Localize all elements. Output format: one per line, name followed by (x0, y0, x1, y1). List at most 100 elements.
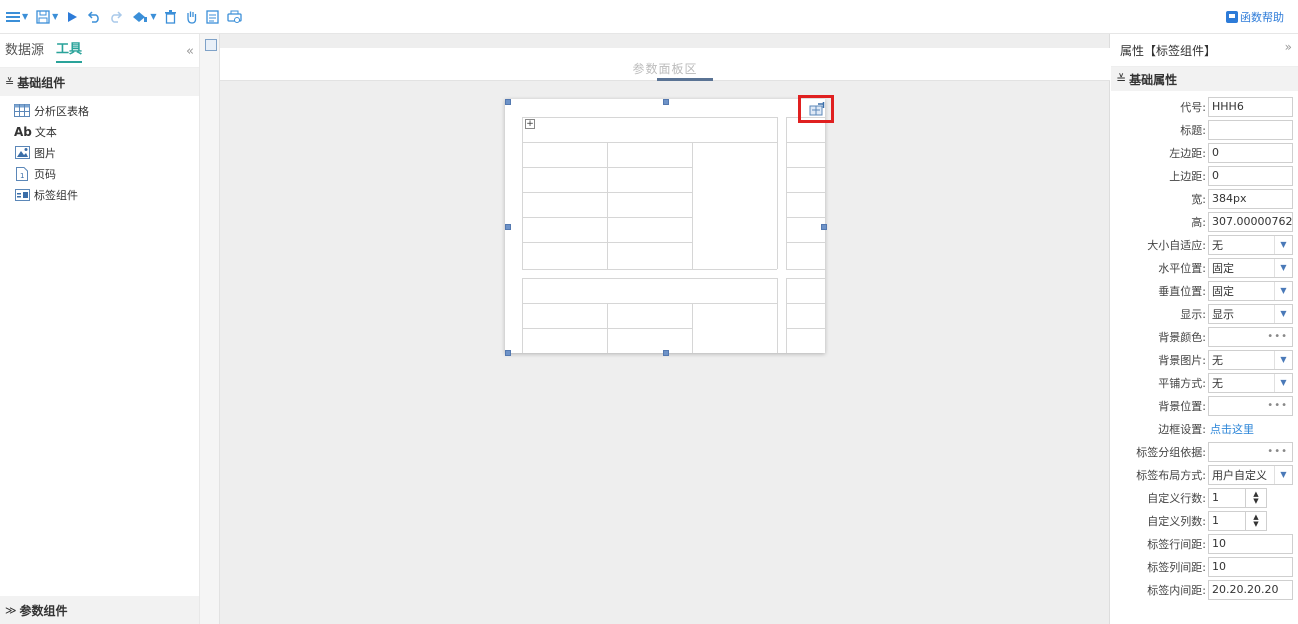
property-row: 显示: 显示 ▼ (1111, 302, 1298, 325)
grid-line (522, 117, 777, 118)
widget-settings-icon[interactable] (809, 102, 825, 116)
property-value: HHH6 (1212, 100, 1244, 113)
delete-icon[interactable] (164, 7, 177, 27)
property-select[interactable]: 用户自定义 ▼ (1208, 464, 1293, 485)
property-value: 10 (1212, 537, 1226, 550)
component-label-widget[interactable]: 标签组件 (0, 184, 199, 205)
function-help-label: 函数帮助 (1240, 11, 1284, 24)
property-input[interactable]: 0 (1208, 142, 1293, 163)
chevron-down-icon[interactable]: ▼ (1274, 373, 1292, 392)
component-label: 页码 (34, 167, 56, 181)
chevron-down-icon[interactable]: ▼ (1274, 235, 1292, 254)
resize-handle-w[interactable] (505, 224, 511, 230)
property-input[interactable] (1208, 119, 1293, 140)
chevron-down-icon[interactable]: ▼ (1274, 304, 1292, 323)
collapse-left-icon[interactable]: « (186, 44, 194, 59)
collapse-right-icon[interactable]: » (1285, 40, 1292, 54)
redo-icon[interactable] (109, 7, 124, 27)
border-settings-link[interactable]: 点击这里 (1208, 421, 1254, 437)
resize-handle-e[interactable] (821, 224, 827, 230)
chevron-down-icon[interactable]: ▼ (1274, 258, 1292, 277)
property-input[interactable]: 0 (1208, 165, 1293, 186)
property-label: 标签行间距: (1147, 537, 1206, 551)
chevron-down-icon[interactable]: ▼ (1274, 465, 1292, 484)
tab-datasource[interactable]: 数据源 (5, 39, 44, 62)
chevron-down-icon[interactable]: ▼ (1274, 350, 1292, 369)
property-input[interactable]: 10 (1208, 556, 1293, 577)
label-component-widget[interactable]: + (505, 99, 825, 353)
property-row: 标签内间距: 20.20.20.20 (1111, 578, 1298, 601)
property-value: 10 (1212, 560, 1226, 573)
property-stepper[interactable]: 1 (1208, 487, 1246, 508)
grid-line (522, 117, 523, 269)
property-picker[interactable]: ••• (1208, 395, 1293, 416)
resize-handle-s[interactable] (663, 350, 669, 356)
property-row: 水平位置: 固定 ▼ (1111, 256, 1298, 279)
property-row: 左边距: 0 (1111, 141, 1298, 164)
format-brush-icon[interactable]: ▼ (132, 7, 156, 27)
property-select[interactable]: 无 ▼ (1208, 372, 1293, 393)
form-icon[interactable] (206, 7, 220, 27)
chevron-right-icon: ≫ (5, 603, 17, 617)
resize-handle-sw[interactable] (505, 350, 511, 356)
save-icon[interactable]: ▼ (36, 7, 58, 27)
property-row: 标题: (1111, 118, 1298, 141)
property-label: 高: (1191, 215, 1206, 229)
property-input[interactable]: 20.20.20.20 (1208, 579, 1293, 600)
property-label: 显示: (1180, 307, 1206, 321)
move-handle-icon[interactable]: + (525, 119, 535, 129)
properties-list: 代号: HHH6 标题: 左边距: 0 上边距: 0 宽: 384px 高: 307.0000076… (1111, 91, 1298, 601)
stepper-arrows-icon[interactable]: ▲ ▼ (1245, 487, 1267, 508)
resize-handle-n[interactable] (663, 99, 669, 105)
menu-icon[interactable]: ▼ (6, 7, 28, 27)
widget-settings-highlight[interactable] (798, 95, 834, 123)
property-select[interactable]: 显示 ▼ (1208, 303, 1293, 324)
property-row: 标签分组依据: ••• (1111, 440, 1298, 463)
more-icon[interactable]: ••• (1267, 400, 1288, 411)
property-select[interactable]: 固定 ▼ (1208, 280, 1293, 301)
basic-properties-header[interactable]: ≚ 基础属性 (1111, 67, 1298, 91)
basic-components-header[interactable]: ≚ 基础组件 (0, 68, 199, 96)
svg-text:1: 1 (20, 172, 24, 180)
run-icon[interactable] (66, 7, 78, 27)
more-icon[interactable]: ••• (1267, 331, 1288, 342)
component-image[interactable]: 图片 (0, 142, 199, 163)
component-label: 标签组件 (34, 188, 78, 202)
property-select[interactable]: 固定 ▼ (1208, 257, 1293, 278)
more-icon[interactable]: ••• (1267, 446, 1288, 457)
property-label: 大小自适应: (1147, 238, 1206, 252)
resize-handle-nw[interactable] (505, 99, 511, 105)
property-stepper[interactable]: 1 (1208, 510, 1246, 531)
property-input[interactable]: 307.0000076293 (1208, 211, 1293, 232)
print-preview-icon[interactable] (227, 7, 243, 27)
param-panel-toggle[interactable] (657, 78, 713, 81)
design-canvas[interactable]: 参数面板区 + (200, 34, 1110, 624)
layout-toggle-icon[interactable] (205, 39, 217, 51)
properties-title: 属性【标签组件】 (1111, 34, 1298, 67)
stepper-arrows-icon[interactable]: ▲ ▼ (1245, 510, 1267, 531)
property-input[interactable]: 10 (1208, 533, 1293, 554)
property-select[interactable]: 无 ▼ (1208, 234, 1293, 255)
property-row: 标签列间距: 10 (1111, 555, 1298, 578)
property-row: 背景位置: ••• (1111, 394, 1298, 417)
chevron-down-icon[interactable]: ▼ (1274, 281, 1292, 300)
tab-tools[interactable]: 工具 (56, 38, 83, 63)
param-panel-area[interactable]: 参数面板区 (220, 48, 1110, 81)
property-picker[interactable]: ••• (1208, 441, 1293, 462)
property-select[interactable]: 无 ▼ (1208, 349, 1293, 370)
param-components-header[interactable]: ≫ 参数组件 (0, 596, 199, 624)
function-help-button[interactable]: 函数帮助 (1226, 9, 1284, 25)
property-label: 水平位置: (1158, 261, 1206, 275)
component-page-number[interactable]: 1 页码 (0, 163, 199, 184)
hand-icon[interactable] (185, 7, 198, 27)
property-picker[interactable]: ••• (1208, 326, 1293, 347)
property-input[interactable]: HHH6 (1208, 96, 1293, 117)
property-value: 固定 (1212, 261, 1234, 275)
property-input[interactable]: 384px (1208, 188, 1293, 209)
component-label: 分析区表格 (34, 104, 89, 118)
undo-icon[interactable] (86, 7, 101, 27)
property-row: 平铺方式: 无 ▼ (1111, 371, 1298, 394)
component-text[interactable]: Ab 文本 (0, 121, 199, 142)
component-analysis-table[interactable]: 分析区表格 (0, 100, 199, 121)
property-value: 固定 (1212, 284, 1234, 298)
